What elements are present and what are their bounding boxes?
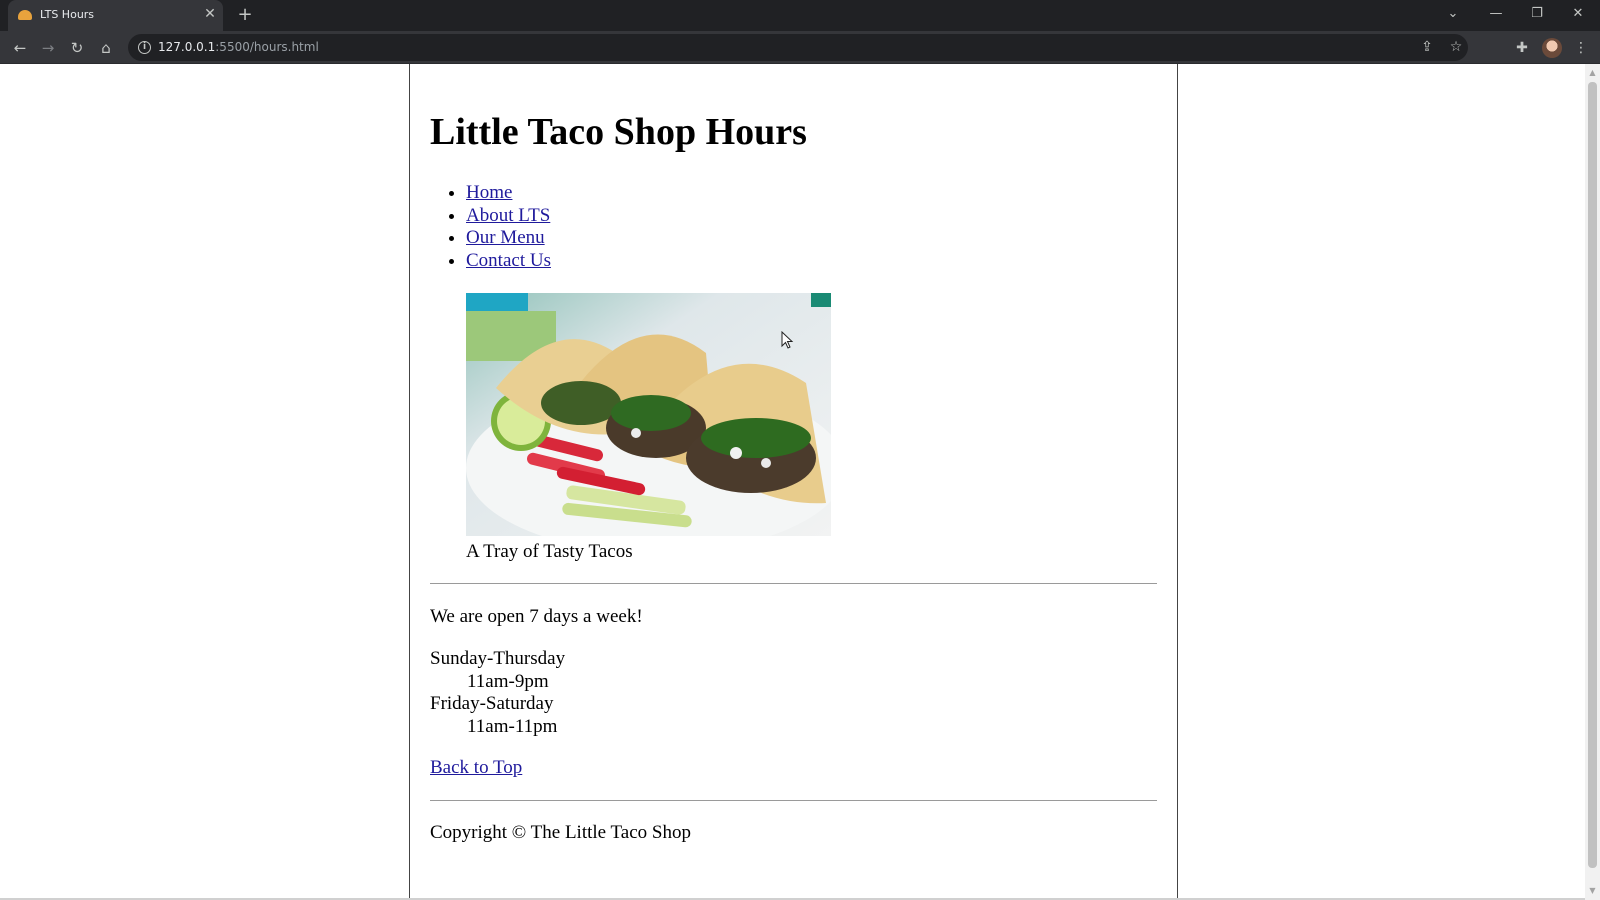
home-button[interactable]: ⌂ [95, 37, 117, 59]
taco-photo [466, 293, 831, 536]
nav-link-menu[interactable]: Our Menu [466, 227, 545, 248]
site-nav: Home About LTS Our Menu Contact Us [466, 182, 551, 272]
browser-toolbar: ← → ↻ ⌂ i 127.0.0.1:5500/hours.html ☆ ⇪ … [0, 31, 1600, 64]
back-to-top-link[interactable]: Back to Top [430, 757, 522, 779]
reload-button[interactable]: ↻ [66, 37, 88, 59]
page-container: Little Taco Shop Hours Home About LTS Ou… [409, 64, 1178, 900]
back-button[interactable]: ← [9, 37, 31, 59]
new-tab-button[interactable]: + [236, 5, 254, 25]
url-host: 127.0.0.1 [158, 40, 216, 54]
hours-days: Friday-Saturday [430, 693, 554, 714]
site-info-icon[interactable]: i [138, 41, 151, 54]
tab-search-icon[interactable]: ⌄ [1441, 4, 1465, 24]
bookmark-star-icon[interactable]: ☆ [1446, 37, 1466, 57]
forward-button[interactable]: → [37, 37, 59, 59]
url-text[interactable]: 127.0.0.1:5500/hours.html [158, 40, 319, 54]
tab-title: LTS Hours [40, 8, 95, 21]
window-close-button[interactable]: ✕ [1566, 4, 1590, 24]
taco-favicon-icon [18, 10, 32, 20]
nav-item-about: About LTS [466, 205, 551, 228]
scroll-up-icon[interactable]: ▲ [1585, 66, 1600, 80]
footer-divider [430, 800, 1157, 801]
hours-time: 11am-11pm [467, 715, 558, 737]
restore-button[interactable]: ❐ [1525, 4, 1549, 24]
nav-link-about[interactable]: About LTS [466, 205, 550, 226]
address-bar[interactable]: i 127.0.0.1:5500/hours.html ☆ ⇪ [128, 34, 1468, 61]
scroll-thumb[interactable] [1588, 82, 1597, 868]
copyright-text: Copyright © The Little Taco Shop [430, 822, 691, 843]
profile-avatar[interactable] [1542, 38, 1562, 58]
nav-link-contact[interactable]: Contact Us [466, 250, 551, 271]
extensions-icon[interactable]: ✚ [1512, 38, 1532, 58]
figure-caption: A Tray of Tasty Tacos [466, 541, 633, 562]
browser-titlebar: LTS Hours ✕ + ⌄ — ❐ ✕ [0, 0, 1600, 31]
page-title: Little Taco Shop Hours [430, 111, 807, 153]
scroll-down-icon[interactable]: ▼ [1585, 884, 1600, 898]
vertical-scrollbar[interactable]: ▲ ▼ [1585, 64, 1600, 900]
divider [430, 583, 1157, 584]
mouse-cursor-icon [781, 331, 794, 349]
hours-list: Sunday-Thursday 11am-9pm Friday-Saturday… [430, 648, 565, 738]
nav-link-home[interactable]: Home [466, 182, 512, 203]
hours-days: Sunday-Thursday [430, 648, 566, 669]
taco-figure: A Tray of Tasty Tacos [466, 293, 831, 563]
tab-close-icon[interactable]: ✕ [202, 6, 218, 22]
share-icon[interactable]: ⇪ [1417, 37, 1437, 57]
hours-time: 11am-9pm [467, 670, 549, 692]
nav-item-contact: Contact Us [466, 250, 551, 273]
minimize-button[interactable]: — [1484, 4, 1508, 24]
nav-item-home: Home [466, 182, 551, 205]
page-viewport: Little Taco Shop Hours Home About LTS Ou… [0, 64, 1585, 900]
nav-item-menu: Our Menu [466, 227, 551, 250]
browser-menu-icon[interactable]: ⋮ [1571, 38, 1591, 58]
open-days-text: We are open 7 days a week! [430, 606, 643, 627]
url-path: :5500/hours.html [215, 40, 319, 54]
browser-tab[interactable]: LTS Hours ✕ [8, 0, 223, 31]
